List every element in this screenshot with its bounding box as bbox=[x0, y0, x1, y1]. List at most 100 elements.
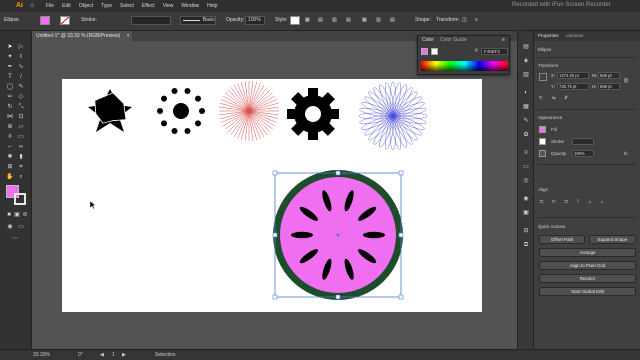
pathfinder-panel-icon[interactable]: ⧉ bbox=[522, 241, 530, 249]
color-mode-icon[interactable]: ■ bbox=[5, 211, 13, 219]
w-field[interactable]: 568 pt bbox=[598, 72, 620, 79]
appearance-stroke-swatch[interactable] bbox=[539, 138, 546, 145]
dot-ring-shape[interactable] bbox=[157, 88, 205, 134]
stroke-color-box[interactable] bbox=[14, 193, 26, 205]
document-tab[interactable]: Untitled-1* @ 33.33 % (RGB/Preview) × bbox=[32, 31, 132, 41]
pen-tool-icon[interactable]: ✒ bbox=[6, 63, 14, 71]
shape-builder-icon[interactable]: ⊕ bbox=[6, 123, 14, 131]
rotate-tool-icon[interactable]: ↻ bbox=[6, 103, 14, 111]
zoom-tool-icon[interactable]: ⌕ bbox=[17, 173, 25, 181]
graphic-styles-icon[interactable]: ▣ bbox=[522, 209, 530, 217]
scale-tool-icon[interactable]: ⤡ bbox=[17, 103, 25, 111]
menu-help[interactable]: Help bbox=[207, 3, 217, 9]
align-bottom-icon[interactable]: ⊥ bbox=[600, 199, 604, 205]
arrange-button[interactable]: Arrange bbox=[539, 248, 636, 257]
align-right-icon[interactable]: ▤ bbox=[346, 17, 351, 23]
opacity-field[interactable]: 100% bbox=[245, 16, 265, 25]
line-tool-icon[interactable]: / bbox=[17, 73, 25, 81]
menu-window[interactable]: Window bbox=[181, 3, 199, 9]
symbols-panel-icon[interactable]: ✿ bbox=[522, 131, 530, 139]
direct-selection-tool-icon[interactable]: ▷ bbox=[17, 43, 25, 51]
stroke-label[interactable]: Stroke bbox=[551, 139, 564, 144]
y-field[interactable]: 725.75 pt bbox=[557, 83, 589, 90]
hex-input[interactable]: F45EF2 bbox=[481, 48, 508, 55]
eraser-tool-icon[interactable]: ◇ bbox=[17, 93, 25, 101]
rotation-view[interactable]: 0° bbox=[78, 352, 83, 358]
reference-point-icon[interactable] bbox=[539, 73, 547, 81]
paintbrush-tool-icon[interactable]: ✎ bbox=[17, 83, 25, 91]
blue-radial-flower[interactable] bbox=[358, 81, 428, 151]
free-transform-icon[interactable]: ⊡ bbox=[17, 113, 25, 121]
artboard[interactable] bbox=[62, 79, 482, 312]
perspective-grid-icon[interactable]: ▱ bbox=[17, 123, 25, 131]
align-bottom-icon[interactable]: ▤ bbox=[390, 17, 395, 23]
menu-object[interactable]: Object bbox=[79, 3, 93, 9]
close-icon[interactable]: × bbox=[127, 33, 130, 39]
color-fill-indicator[interactable] bbox=[421, 48, 428, 55]
gradient-panel-icon[interactable]: ▭ bbox=[522, 163, 530, 171]
gradient-mode-icon[interactable]: ▣ bbox=[13, 211, 21, 219]
align-top-icon[interactable]: ⊤ bbox=[576, 199, 580, 205]
color-panel-icon[interactable]: ◐ bbox=[522, 89, 530, 97]
graph-tool-icon[interactable]: ▮ bbox=[17, 153, 25, 161]
artboard-tool-icon[interactable]: ⊞ bbox=[6, 163, 14, 171]
curvature-tool-icon[interactable]: ∿ bbox=[17, 63, 25, 71]
tab-properties[interactable]: Properties bbox=[538, 33, 559, 38]
expand-shape-button[interactable]: Expand Shape bbox=[589, 235, 636, 244]
menu-view[interactable]: View bbox=[163, 3, 174, 9]
magic-wand-icon[interactable]: ✦ bbox=[6, 53, 14, 61]
artboard-number[interactable]: 1 bbox=[112, 352, 115, 358]
ellipse-tool-icon[interactable]: ◯ bbox=[6, 83, 14, 91]
panel-menu-icon[interactable]: ≡ bbox=[502, 37, 505, 43]
start-global-edit-button[interactable]: Start Global Edit bbox=[539, 287, 636, 296]
pinwheel-shape[interactable] bbox=[88, 88, 133, 132]
shape-label[interactable]: Shape: bbox=[415, 17, 431, 23]
align-left-icon[interactable]: ⊏ bbox=[540, 199, 544, 205]
symbol-sprayer-icon[interactable]: ✺ bbox=[6, 153, 14, 161]
menu-type[interactable]: Type bbox=[101, 3, 112, 9]
type-tool-icon[interactable]: T bbox=[6, 73, 14, 81]
x-field[interactable]: 1274.25 pt bbox=[557, 72, 589, 79]
tab-color-guide[interactable]: Color Guide bbox=[440, 37, 467, 43]
transform-label[interactable]: Transform bbox=[436, 17, 459, 23]
align-middle-icon[interactable]: ▥ bbox=[376, 17, 381, 23]
menu-options-icon[interactable]: ≡ bbox=[475, 17, 478, 23]
menu-effect[interactable]: Effect bbox=[142, 3, 155, 9]
align-hcenter-icon[interactable]: ⊓ bbox=[552, 199, 556, 205]
fx-icon[interactable]: fx bbox=[624, 151, 628, 156]
appearance-panel-icon[interactable]: ◉ bbox=[522, 195, 530, 203]
more-tools-icon[interactable]: ⋯ bbox=[11, 235, 19, 243]
link-proportions-icon[interactable]: ⛓ bbox=[623, 78, 629, 84]
mesh-tool-icon[interactable]: # bbox=[6, 133, 14, 141]
color-stroke-indicator[interactable] bbox=[431, 48, 438, 55]
stroke-weight-field[interactable] bbox=[131, 16, 171, 25]
home-icon[interactable]: ⌂ bbox=[30, 1, 40, 11]
next-artboard-icon[interactable]: ▶ bbox=[122, 352, 126, 358]
libraries-panel-icon[interactable]: ▥ bbox=[522, 71, 530, 79]
align-left-icon[interactable]: ▤ bbox=[318, 17, 323, 23]
lasso-tool-icon[interactable]: ℓ bbox=[17, 53, 25, 61]
red-radial-burst[interactable] bbox=[219, 81, 279, 141]
menu-file[interactable]: File bbox=[46, 3, 54, 9]
stroke-swatch[interactable] bbox=[60, 16, 70, 25]
align-center-icon[interactable]: ▥ bbox=[332, 17, 337, 23]
style-swatch[interactable] bbox=[290, 16, 300, 25]
rotate-icon[interactable]: ↻ bbox=[539, 95, 543, 101]
menu-select[interactable]: Select bbox=[120, 3, 134, 9]
tab-color[interactable]: Color bbox=[422, 37, 434, 43]
h-field[interactable]: 568 pt bbox=[598, 83, 620, 90]
offset-path-button[interactable]: Offset Path bbox=[539, 235, 585, 244]
color-spectrum[interactable] bbox=[421, 61, 508, 71]
opacity-input[interactable]: 100% bbox=[572, 150, 594, 157]
flip-horizontal-icon[interactable]: ⇋ bbox=[552, 95, 556, 101]
prev-artboard-icon[interactable]: ◀ bbox=[100, 352, 104, 358]
isolate-icon[interactable]: ◫ bbox=[462, 17, 467, 23]
grid-icon[interactable]: ▦ bbox=[305, 17, 310, 23]
stroke-panel-icon[interactable]: ≡ bbox=[522, 149, 530, 157]
brush-definition-dropdown[interactable]: Basic bbox=[180, 16, 216, 25]
align-right-icon[interactable]: ⊐ bbox=[564, 199, 568, 205]
align-panel-icon[interactable]: ⊟ bbox=[522, 227, 530, 235]
flip-vertical-icon[interactable]: ⇵ bbox=[564, 95, 568, 101]
fill-swatch[interactable] bbox=[40, 16, 50, 25]
brushes-panel-icon[interactable]: ✎ bbox=[522, 117, 530, 125]
